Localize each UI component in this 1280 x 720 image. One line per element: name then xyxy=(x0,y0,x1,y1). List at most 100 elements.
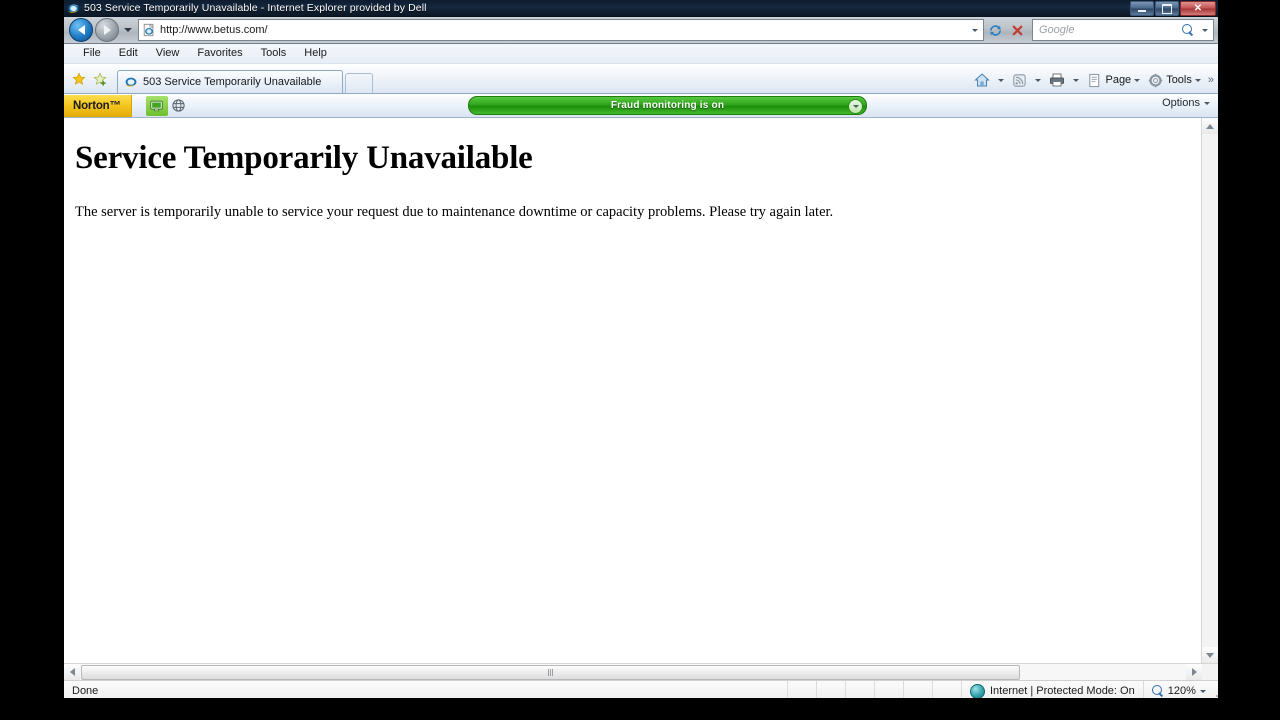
fraud-dropdown-button[interactable] xyxy=(848,99,863,114)
scroll-right-button[interactable] xyxy=(1186,664,1202,680)
menu-bar: File Edit View Favorites Tools Help xyxy=(64,44,1218,64)
favorites-center-star-icon[interactable] xyxy=(72,71,86,86)
chevron-down-icon[interactable] xyxy=(1199,689,1206,693)
search-magnifier-icon xyxy=(1182,24,1194,36)
menu-item-help[interactable]: Help xyxy=(295,44,336,63)
browser-tab[interactable]: 503 Service Temporarily Unavailable xyxy=(117,70,343,93)
feeds-button[interactable] xyxy=(1009,70,1030,90)
page-body-text: The server is temporarily unable to serv… xyxy=(75,204,834,220)
chevron-down-icon xyxy=(1035,78,1042,82)
chevron-down-icon xyxy=(852,105,859,108)
chevron-down-icon xyxy=(972,28,978,32)
triangle-up-icon xyxy=(1206,123,1214,129)
window-controls: ✕ xyxy=(1130,1,1216,16)
recent-pages-button[interactable] xyxy=(121,20,134,40)
status-segment xyxy=(787,681,816,698)
back-button[interactable] xyxy=(69,18,93,42)
triangle-down-icon xyxy=(1206,652,1214,658)
globe-icon xyxy=(172,99,185,112)
fraud-status-label: Fraud monitoring is on xyxy=(610,100,725,111)
ie-logo-icon xyxy=(67,3,80,13)
menu-item-favorites[interactable]: Favorites xyxy=(188,44,251,63)
new-tab-button[interactable] xyxy=(345,73,373,93)
print-dropdown[interactable] xyxy=(1070,70,1082,90)
search-button[interactable] xyxy=(1179,21,1197,39)
print-button[interactable] xyxy=(1046,70,1068,90)
page-title: Service Temporarily Unavailable xyxy=(75,140,533,176)
status-bar: Done Internet | Protected Mode: On 120% xyxy=(64,680,1218,698)
print-icon xyxy=(1050,73,1065,87)
vertical-scrollbar[interactable] xyxy=(1201,118,1218,663)
norton-brand-label: Norton xyxy=(73,99,110,112)
page-icon xyxy=(1089,73,1100,87)
close-button[interactable]: ✕ xyxy=(1180,1,1216,16)
address-input[interactable]: http://www.betus.com/ xyxy=(160,24,967,36)
internet-globe-icon xyxy=(970,683,985,698)
chevron-down-icon xyxy=(998,78,1005,82)
status-segment xyxy=(932,681,961,698)
status-segment xyxy=(903,681,932,698)
stop-button[interactable] xyxy=(1006,19,1028,41)
page-menu-button[interactable]: Page xyxy=(1084,70,1143,90)
menu-item-view[interactable]: View xyxy=(147,44,189,63)
menu-item-file[interactable]: File xyxy=(74,44,110,63)
identity-safe-button[interactable] xyxy=(145,95,168,116)
command-bar-overflow[interactable]: » xyxy=(1206,74,1214,86)
screen: 503 Service Temporarily Unavailable - In… xyxy=(0,0,1280,720)
web-page: Service Temporarily Unavailable The serv… xyxy=(64,118,1201,663)
home-icon xyxy=(974,73,991,87)
browser-window: 503 Service Temporarily Unavailable - In… xyxy=(64,0,1218,698)
triangle-right-icon xyxy=(1191,668,1197,676)
home-button[interactable] xyxy=(971,70,993,90)
menu-item-edit[interactable]: Edit xyxy=(110,44,147,63)
scroll-left-button[interactable] xyxy=(64,664,80,680)
menu-item-tools[interactable]: Tools xyxy=(252,44,296,63)
status-segment xyxy=(845,681,874,698)
chevron-down-icon xyxy=(1202,28,1208,32)
horizontal-scroll-track[interactable] xyxy=(80,664,1186,680)
search-provider-dropdown[interactable] xyxy=(1197,21,1213,39)
back-arrow-icon xyxy=(77,25,85,35)
search-input[interactable]: Google xyxy=(1033,24,1179,36)
zoom-level-label: 120% xyxy=(1167,685,1196,697)
window-title: 503 Service Temporarily Unavailable - In… xyxy=(84,2,427,14)
fraud-monitoring-status[interactable]: Fraud monitoring is on xyxy=(468,96,867,115)
rss-feed-icon xyxy=(1013,73,1027,87)
scroll-down-button[interactable] xyxy=(1202,647,1218,663)
security-zone-label: Internet | Protected Mode: On xyxy=(990,685,1135,697)
norton-logo: Norton ™ xyxy=(64,94,132,117)
refresh-button[interactable] xyxy=(984,19,1006,41)
search-box[interactable]: Google xyxy=(1032,19,1214,41)
horizontal-scroll-thumb[interactable] xyxy=(81,665,1020,680)
resize-grip-icon[interactable] xyxy=(1212,685,1218,697)
status-segment xyxy=(816,681,845,698)
add-to-favorites-star-icon[interactable] xyxy=(93,71,107,86)
security-zone-indicator[interactable]: Internet | Protected Mode: On xyxy=(961,681,1143,698)
zoom-magnifier-icon xyxy=(1151,685,1164,697)
scroll-up-button[interactable] xyxy=(1202,118,1218,134)
norton-options-button[interactable]: Options xyxy=(1162,97,1210,109)
address-dropdown-button[interactable] xyxy=(967,21,983,39)
stop-x-icon xyxy=(1012,25,1022,35)
tab-favicon-icon xyxy=(124,77,138,87)
home-dropdown[interactable] xyxy=(995,70,1007,90)
horizontal-scrollbar[interactable] xyxy=(64,663,1218,680)
restore-button[interactable] xyxy=(1155,1,1179,16)
address-toolbar: http://www.betus.com/ Google xyxy=(64,17,1218,44)
content-area: Service Temporarily Unavailable The serv… xyxy=(64,118,1218,663)
status-text: Done xyxy=(72,685,99,697)
address-bar[interactable]: http://www.betus.com/ xyxy=(138,19,984,41)
status-segment xyxy=(874,681,903,698)
triangle-left-icon xyxy=(69,668,75,676)
forward-button[interactable] xyxy=(95,18,119,42)
norton-toolbar: Norton ™ Fraud monitoring is on Options xyxy=(64,94,1218,118)
minimize-button[interactable] xyxy=(1130,1,1154,16)
command-bar: Page Tools » xyxy=(971,70,1214,90)
site-safety-button[interactable] xyxy=(168,96,190,116)
chevron-down-icon xyxy=(1073,78,1080,82)
zoom-control[interactable]: 120% xyxy=(1142,681,1218,698)
feeds-dropdown[interactable] xyxy=(1032,70,1044,90)
refresh-icon xyxy=(989,24,1001,36)
tab-bar: 503 Service Temporarily Unavailable Page… xyxy=(64,64,1218,94)
tools-menu-button[interactable]: Tools xyxy=(1145,70,1204,90)
